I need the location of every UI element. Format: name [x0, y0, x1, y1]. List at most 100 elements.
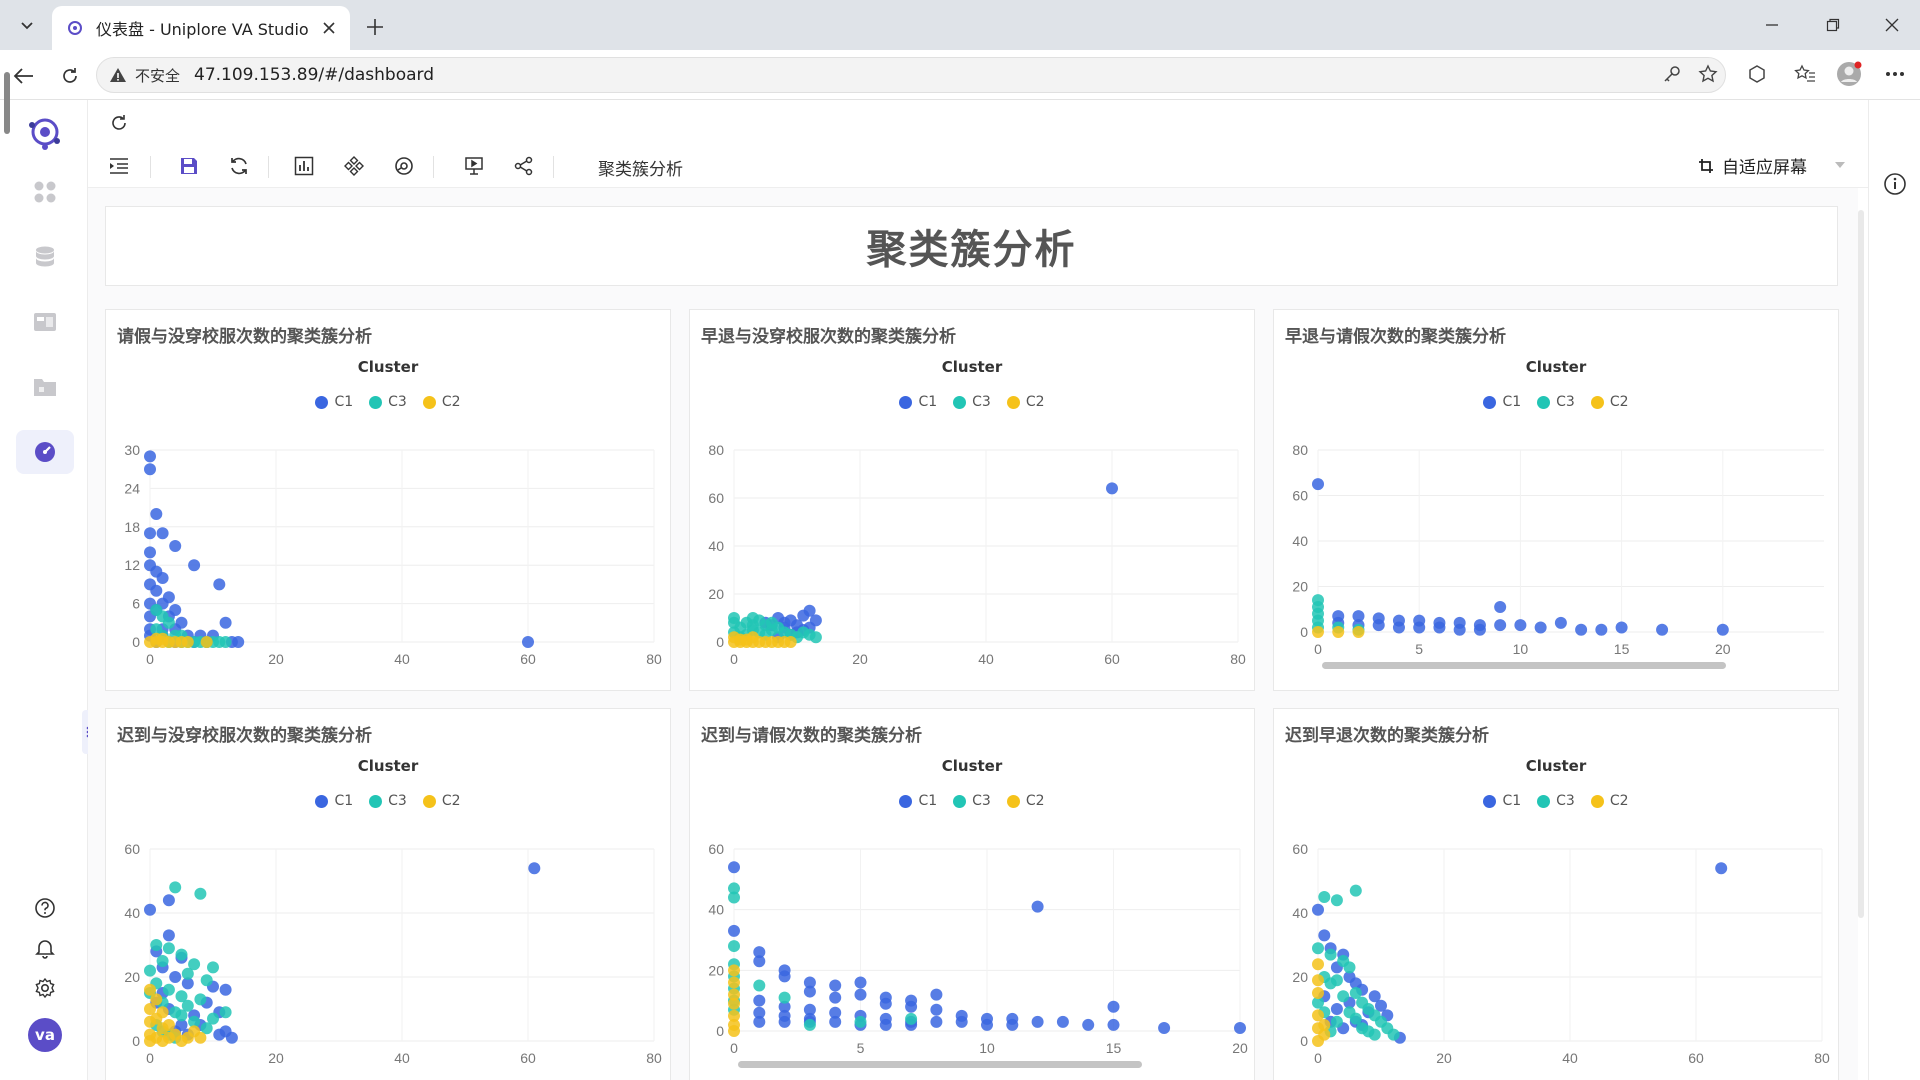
data-point[interactable]	[905, 1012, 918, 1025]
restore-button[interactable]	[1813, 10, 1853, 40]
data-point[interactable]	[194, 993, 207, 1006]
data-point[interactable]	[1534, 621, 1547, 634]
data-point[interactable]	[1106, 482, 1118, 495]
data-point[interactable]	[778, 1009, 791, 1022]
data-point[interactable]	[778, 991, 791, 1004]
data-point[interactable]	[1330, 1003, 1343, 1015]
data-point[interactable]	[194, 1031, 207, 1044]
data-point[interactable]	[1656, 623, 1669, 636]
info-button[interactable]	[1881, 170, 1909, 198]
data-point[interactable]	[728, 612, 740, 624]
data-point[interactable]	[803, 1018, 816, 1031]
data-point[interactable]	[200, 974, 213, 987]
sidebar-item-reports[interactable]	[16, 300, 74, 344]
back-button[interactable]	[8, 60, 40, 92]
data-point[interactable]	[144, 450, 156, 463]
data-point[interactable]	[1615, 621, 1628, 634]
reload-button[interactable]	[54, 60, 86, 92]
data-point[interactable]	[1312, 987, 1324, 999]
data-point[interactable]	[150, 632, 163, 645]
data-point[interactable]	[728, 861, 740, 874]
x-scrollbar[interactable]	[738, 1061, 1142, 1068]
data-point[interactable]	[156, 572, 169, 584]
sidebar-item-folders[interactable]	[16, 365, 74, 409]
data-point[interactable]	[156, 1022, 169, 1035]
data-point[interactable]	[746, 619, 759, 632]
data-point[interactable]	[1234, 1021, 1246, 1034]
data-point[interactable]	[1372, 619, 1385, 632]
data-point[interactable]	[1107, 1000, 1120, 1013]
data-point[interactable]	[175, 1009, 188, 1022]
favorites-list-button[interactable]	[1790, 59, 1820, 89]
sidebar-item-dashboard[interactable]	[16, 430, 74, 474]
data-point[interactable]	[1330, 894, 1343, 907]
data-point[interactable]	[219, 616, 232, 629]
data-point[interactable]	[232, 636, 245, 648]
data-point[interactable]	[144, 903, 156, 916]
data-point[interactable]	[200, 636, 213, 648]
data-point[interactable]	[1318, 1019, 1331, 1031]
data-point[interactable]	[955, 1015, 968, 1028]
data-point[interactable]	[784, 636, 797, 648]
data-point[interactable]	[728, 924, 740, 937]
password-key-button[interactable]	[1657, 59, 1687, 89]
data-point[interactable]	[1433, 621, 1446, 634]
data-point[interactable]	[1387, 1028, 1400, 1041]
data-point[interactable]	[1056, 1015, 1069, 1028]
data-point[interactable]	[809, 631, 822, 644]
chart-card[interactable]: 迟到与没穿校服次数的聚类簇分析 Cluster C1 C3 C2 0 20 40 60 0 20 40…	[105, 708, 671, 1080]
data-point[interactable]	[1413, 621, 1426, 634]
data-point[interactable]	[1312, 478, 1324, 491]
profile-button[interactable]	[1834, 59, 1864, 89]
caret-down-icon[interactable]	[1835, 162, 1845, 168]
data-point[interactable]	[930, 988, 943, 1001]
data-point[interactable]	[803, 985, 816, 998]
present-button[interactable]	[458, 150, 490, 182]
data-point[interactable]	[156, 1006, 169, 1019]
data-point[interactable]	[746, 631, 759, 644]
data-point[interactable]	[765, 616, 778, 629]
data-point[interactable]	[905, 1000, 918, 1013]
data-point[interactable]	[522, 636, 534, 648]
canvas-scrollbar[interactable]	[1858, 210, 1864, 918]
tab-close-button[interactable]	[318, 17, 340, 39]
data-point[interactable]	[1715, 862, 1728, 875]
notifications-button[interactable]	[16, 926, 74, 970]
scatter-plot[interactable]: 0 6 12 18 24 30 0 20 40 60 80	[106, 310, 672, 692]
data-point[interactable]	[194, 887, 207, 900]
data-point[interactable]	[854, 988, 867, 1001]
user-avatar[interactable]: va	[28, 1018, 62, 1052]
browser-menu-button[interactable]	[1880, 59, 1910, 89]
data-point[interactable]	[144, 1035, 156, 1047]
data-point[interactable]	[1324, 977, 1337, 990]
data-point[interactable]	[219, 1006, 232, 1019]
save-button[interactable]	[173, 150, 205, 182]
sidebar-item-database[interactable]	[16, 235, 74, 279]
data-point[interactable]	[981, 1018, 993, 1031]
data-point[interactable]	[144, 527, 156, 540]
chart-card[interactable]: 迟到早退次数的聚类簇分析 Cluster C1 C3 C2 0 20 40 60 0 20 40 60 8…	[1273, 708, 1839, 1080]
data-point[interactable]	[162, 983, 175, 996]
refresh-data-button[interactable]	[223, 150, 255, 182]
data-point[interactable]	[162, 929, 175, 942]
data-point[interactable]	[150, 939, 163, 951]
app-logo[interactable]	[16, 110, 74, 154]
data-point[interactable]	[1595, 623, 1608, 636]
data-point[interactable]	[1343, 961, 1356, 974]
data-point[interactable]	[169, 881, 182, 894]
data-point[interactable]	[162, 894, 175, 907]
data-point[interactable]	[1312, 903, 1324, 916]
data-point[interactable]	[1453, 623, 1466, 636]
data-point[interactable]	[219, 636, 232, 648]
data-point[interactable]	[150, 993, 163, 1006]
data-point[interactable]	[156, 527, 169, 540]
data-point[interactable]	[1158, 1021, 1171, 1034]
data-point[interactable]	[156, 955, 169, 967]
data-point[interactable]	[1082, 1018, 1095, 1031]
data-point[interactable]	[181, 636, 194, 648]
data-point[interactable]	[169, 971, 182, 983]
data-point[interactable]	[1494, 619, 1507, 632]
data-point[interactable]	[829, 991, 842, 1004]
toggle-outline-button[interactable]	[103, 150, 135, 182]
data-point[interactable]	[144, 463, 156, 476]
